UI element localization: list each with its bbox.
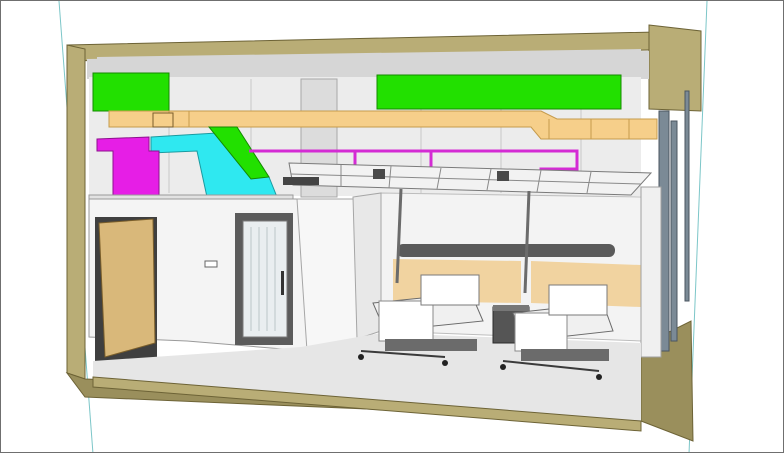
right-wall — [640, 186, 662, 358]
duct-damper — [152, 112, 174, 128]
corner-column — [352, 192, 382, 340]
building-section-3d-view[interactable] — [1, 1, 784, 453]
green-duct-right — [376, 74, 622, 110]
headwall-rail — [397, 244, 615, 257]
thermostat — [204, 260, 218, 268]
entry-door[interactable] — [98, 218, 156, 358]
green-duct-left — [92, 72, 170, 112]
door-handle[interactable] — [281, 271, 284, 295]
steel-frame — [658, 90, 690, 352]
model-viewport[interactable] — [0, 0, 784, 453]
glass-door-panel[interactable] — [242, 220, 288, 338]
bathroom-wall — [296, 198, 362, 352]
light-strip — [283, 177, 319, 185]
